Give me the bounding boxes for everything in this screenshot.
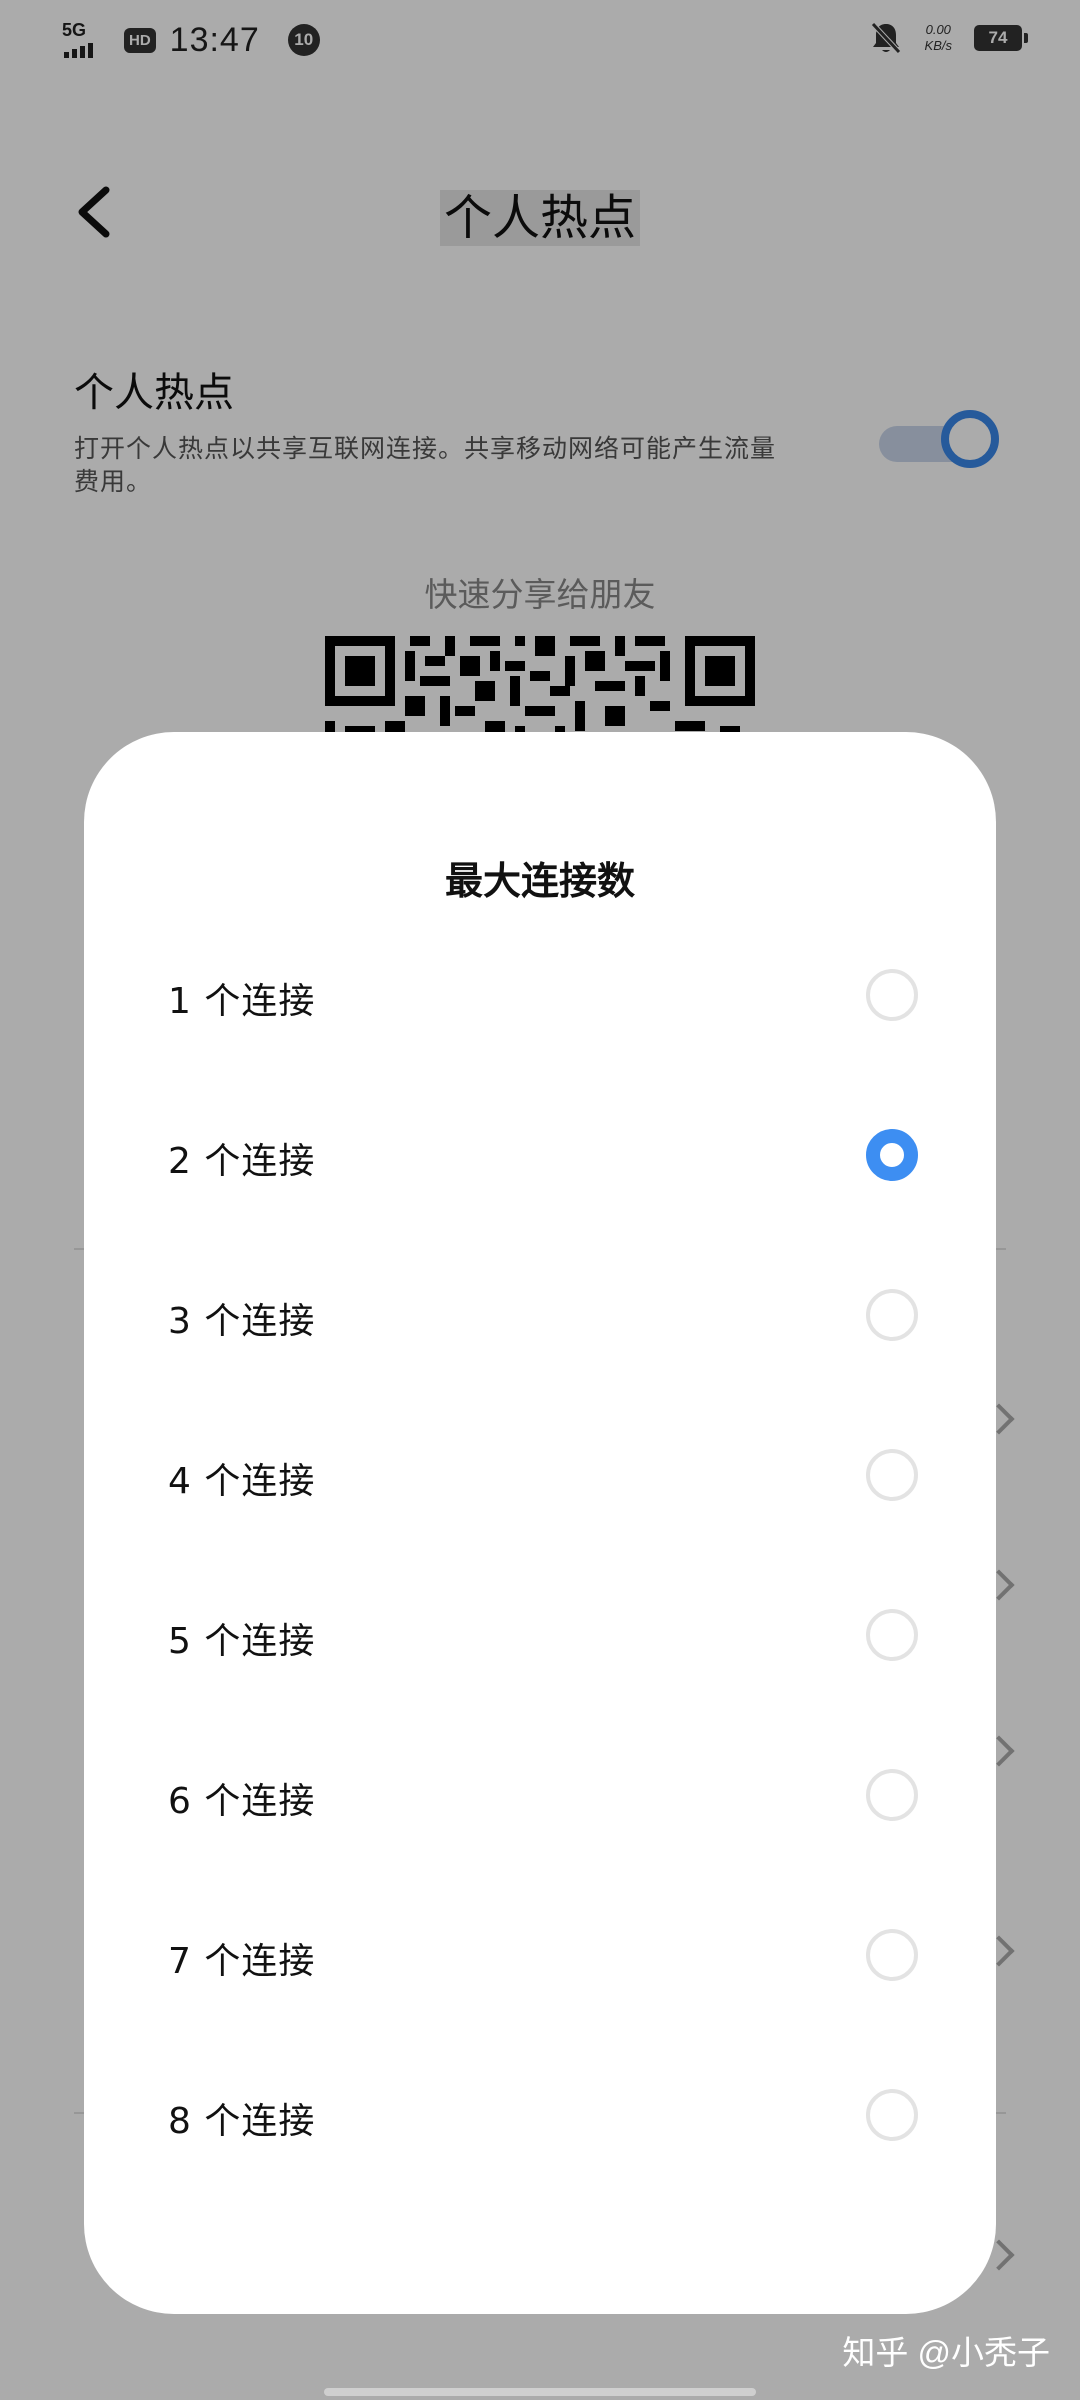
option-3-connections[interactable]: 3 个连接 (168, 1262, 918, 1372)
screen: 5G HD 13:47 10 0.00 KB/s 74 个人热点 个人热点 打开… (0, 0, 1080, 2400)
option-label: 8 个连接 (168, 2101, 316, 2142)
max-connections-dialog: 最大连接数 1 个连接 2 个连接 3 个连接 4 个连接 5 个连接 6 个连… (84, 732, 996, 2314)
option-label: 3 个连接 (168, 1301, 316, 1342)
option-4-connections[interactable]: 4 个连接 (168, 1422, 918, 1532)
radio-button[interactable] (866, 1289, 918, 1341)
radio-button[interactable] (866, 969, 918, 1021)
radio-button-selected[interactable] (866, 1129, 918, 1181)
radio-button[interactable] (866, 1769, 918, 1821)
option-8-connections[interactable]: 8 个连接 (168, 2062, 918, 2172)
radio-button[interactable] (866, 2089, 918, 2141)
option-6-connections[interactable]: 6 个连接 (168, 1742, 918, 1852)
dialog-title: 最大连接数 (444, 859, 635, 903)
radio-button[interactable] (866, 1929, 918, 1981)
option-1-connection[interactable]: 1 个连接 (168, 942, 918, 1052)
radio-button[interactable] (866, 1609, 918, 1661)
option-label: 6 个连接 (168, 1781, 316, 1822)
option-label: 1 个连接 (168, 981, 316, 1022)
option-7-connections[interactable]: 7 个连接 (168, 1902, 918, 2012)
option-label: 2 个连接 (168, 1141, 316, 1182)
option-label: 7 个连接 (168, 1941, 316, 1982)
option-5-connections[interactable]: 5 个连接 (168, 1582, 918, 1692)
option-2-connections[interactable]: 2 个连接 (168, 1102, 918, 1212)
home-indicator[interactable] (324, 2388, 756, 2396)
radio-button[interactable] (866, 1449, 918, 1501)
watermark: 知乎 @小秃子 (842, 2334, 1050, 2371)
option-label: 5 个连接 (168, 1621, 316, 1662)
option-label: 4 个连接 (168, 1461, 316, 1502)
